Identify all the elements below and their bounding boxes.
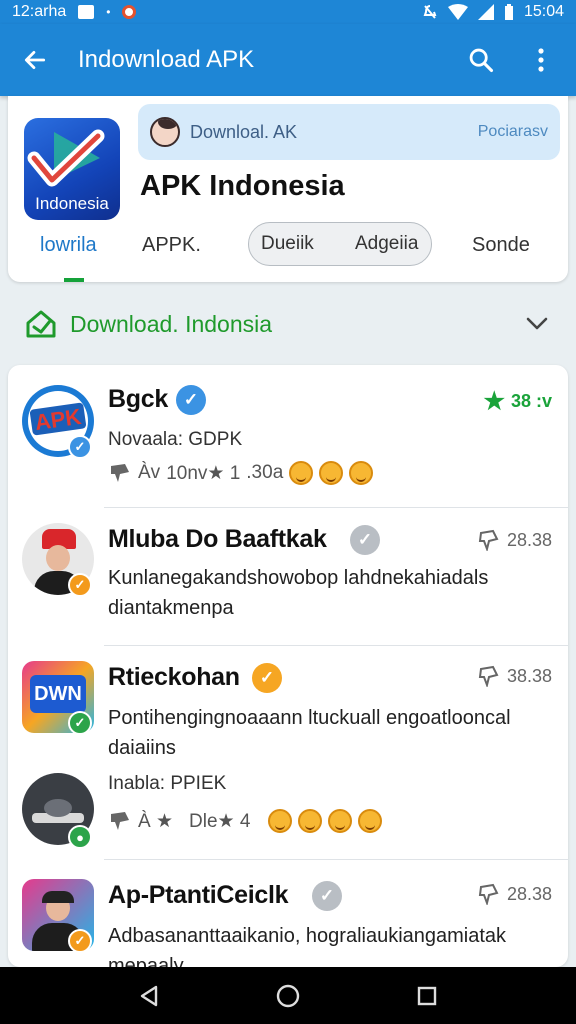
- filter-pill[interactable]: Dueiik Adgeiia: [248, 222, 432, 266]
- status-badge: ✓: [68, 573, 92, 597]
- item-stats: Àv 10nv★ 1 .30a: [108, 461, 374, 485]
- tab-appk[interactable]: APPK.: [142, 234, 201, 257]
- app-bar-title: Indownload APK: [78, 46, 255, 73]
- search-icon: [469, 48, 494, 73]
- wifi-icon: [447, 4, 468, 20]
- app-logo[interactable]: Indonesia: [24, 118, 120, 220]
- system-nav-bar: [0, 967, 576, 1024]
- status-badge: ✓: [68, 711, 92, 735]
- promo-avatar: [150, 117, 180, 147]
- item-name: Rtieckohan: [108, 663, 240, 691]
- pin-icon: [478, 529, 499, 551]
- verified-icon: ✓: [252, 663, 282, 693]
- header-tabs: lowrila APPK. Dueiik Adgeiia Sonde: [8, 222, 568, 282]
- status-badge: ✓: [68, 435, 92, 459]
- notification-icon: [78, 5, 95, 19]
- emoji-icon: [328, 809, 353, 833]
- app-header-card: Indonesia Downloal. AK Pociarasv APK Ind…: [8, 96, 568, 282]
- thumbs-icon: [111, 812, 129, 830]
- download-list: APK ✓ Bgck ✓ ★ 38 :v Novaala: GDPK Àv 10…: [8, 365, 568, 967]
- tab-lowrila[interactable]: lowrila: [40, 234, 97, 257]
- verified-icon: ✓: [350, 525, 380, 555]
- search-button[interactable]: [464, 43, 498, 77]
- check-logo-icon: [27, 129, 105, 187]
- item-subtitle: Inabla: PPIEK: [108, 773, 227, 794]
- pin-icon: [478, 665, 499, 687]
- item-time: 28.38: [477, 529, 552, 551]
- item-description: Kunlanegakandshowobop lahdnekahiadals di…: [108, 567, 489, 619]
- nav-back-icon[interactable]: [138, 985, 160, 1007]
- battery-icon: [504, 4, 513, 20]
- status-time-right: 15:04: [523, 3, 564, 20]
- item-time-value: 28.38: [506, 529, 552, 550]
- more-vert-icon: [538, 48, 544, 72]
- item-name: Bgck: [108, 385, 168, 413]
- item-subtitle: Novaala: GDPK: [108, 429, 243, 450]
- silent-icon: [423, 5, 437, 19]
- game-logo-text: DWN: [30, 675, 86, 713]
- app-notification-icon: [122, 5, 137, 19]
- star-icon: ★: [483, 388, 505, 415]
- stat-b: Dle★ 4: [189, 810, 251, 832]
- promo-action[interactable]: Pociarasv: [478, 123, 548, 141]
- status-time-left: 12:arha: [12, 3, 67, 20]
- emoji-icon: [289, 461, 314, 485]
- chevron-down-icon[interactable]: [526, 317, 548, 331]
- app-name: APK Indonesia: [140, 170, 345, 202]
- item-description: Adbasananttaaikanio, hograliaukiangamiat…: [108, 925, 507, 967]
- stat-a: Àv: [138, 462, 161, 483]
- stat-c: .30a: [246, 462, 284, 483]
- emoji-icon: [298, 809, 323, 833]
- promo-banner[interactable]: Downloal. AK Pociarasv: [138, 104, 560, 160]
- arrow-back-icon: [24, 51, 46, 69]
- notification-dot-icon: •: [106, 5, 111, 19]
- item-name: Ap-PtantiCeiclk: [108, 881, 289, 909]
- stat-b: 10nv★ 1: [166, 462, 241, 484]
- pill-option-adgeiia[interactable]: Adgeiia: [355, 233, 418, 255]
- item-rating-value: 38 :v: [510, 391, 552, 411]
- divider: [104, 859, 568, 860]
- item-description: Pontihengingnoaaann ltuckuall engoatloon…: [108, 707, 511, 759]
- emoji-icon: [358, 809, 383, 833]
- divider: [104, 507, 568, 508]
- tab-sonde[interactable]: Sonde: [472, 234, 530, 257]
- nav-home-icon[interactable]: [276, 984, 300, 1008]
- item-time: 28.38: [477, 883, 552, 905]
- promo-text: Downloal. AK: [190, 121, 298, 142]
- overflow-menu-button[interactable]: [524, 43, 558, 77]
- item-time-value: 28.38: [506, 883, 552, 904]
- verified-icon: ✓: [312, 881, 342, 911]
- pill-option-dueiik[interactable]: Dueiik: [261, 233, 314, 255]
- divider: [104, 645, 568, 646]
- home-download-icon: [26, 310, 56, 338]
- section-title: Download. Indonsia: [70, 310, 273, 337]
- item-time-value: 38.38: [506, 665, 552, 686]
- item-time: 38.38: [477, 665, 552, 687]
- item-stats: À ★ Dle★ 4: [108, 809, 383, 833]
- app-bar: Indownload APK: [0, 24, 576, 96]
- nav-recents-icon[interactable]: [416, 985, 438, 1007]
- stat-a: À ★: [138, 810, 173, 832]
- emoji-icon: [319, 461, 344, 485]
- thumbs-icon: [111, 464, 129, 482]
- emoji-icon: [268, 809, 293, 833]
- emoji-icon: [349, 461, 374, 485]
- item-rating: ★ 38 :v: [483, 387, 552, 416]
- status-badge: ✓: [68, 929, 92, 953]
- pin-icon: [478, 883, 499, 905]
- app-logo-label: Indonesia: [35, 194, 109, 213]
- back-button[interactable]: [18, 43, 52, 77]
- active-tab-indicator: [64, 278, 84, 282]
- status-bar: 12:arha • 15:04: [0, 0, 576, 24]
- status-badge: ●: [68, 825, 92, 849]
- verified-icon: ✓: [176, 385, 206, 415]
- item-name: Mluba Do Baaftkak: [108, 525, 327, 553]
- signal-icon: [477, 4, 494, 20]
- download-section-header[interactable]: Download. Indonsia: [0, 296, 576, 352]
